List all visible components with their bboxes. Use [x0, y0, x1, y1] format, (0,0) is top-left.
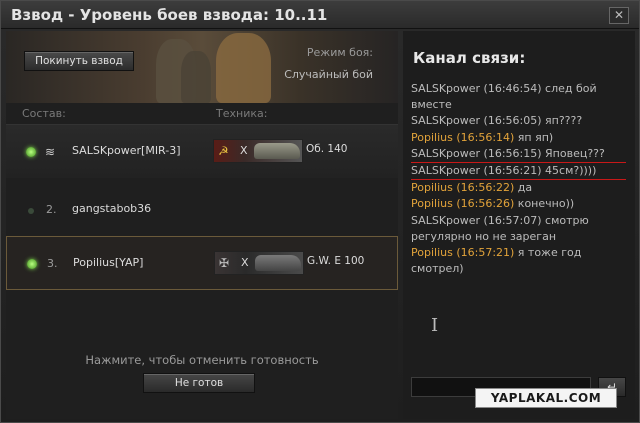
battle-mode-label: Режим боя:	[306, 46, 373, 59]
chat-message: Popilius (16:56:14) яп яп)	[411, 130, 554, 144]
roster-header: Состав:	[22, 107, 66, 120]
banner-image: Покинуть взвод Режим боя: Случайный бой	[6, 31, 398, 103]
chat-message: Popilius (16:57:21) я тоже год смотрел)	[411, 246, 582, 276]
member-number: 3.	[47, 257, 58, 270]
watermark-logo: YAPLAKAL.COM	[475, 388, 617, 408]
member-row-selected[interactable]: 3. Popilius[YAP] ✠ X G.W. E 100	[6, 236, 398, 290]
title-bar: Взвод - Уровень боев взвода: 10..11 ✕	[1, 1, 639, 29]
member-number: 2.	[46, 203, 57, 216]
chat-message-highlighted: SALSKpower (16:56:15) Яповец???	[411, 146, 626, 164]
ready-indicator-icon	[27, 259, 37, 269]
chat-message-highlighted: SALSKpower (16:56:21) 45см?))))	[411, 163, 626, 181]
ussr-flag-icon: ☭	[218, 144, 229, 158]
platoon-commander-icon: ≋	[45, 145, 56, 159]
member-name: Popilius[YAP]	[73, 256, 144, 269]
chat-message: Popilius (16:56:26) конечно))	[411, 197, 575, 211]
tank-image	[255, 255, 301, 271]
platoon-panel: Покинуть взвод Режим боя: Случайный бой …	[6, 31, 398, 419]
chat-message: SALSKpower (16:56:05) яп????	[411, 114, 583, 128]
member-row[interactable]: ≋ SALSKpower[MIR-3] ☭ X Об. 140	[6, 124, 398, 178]
ready-indicator-icon	[26, 147, 36, 157]
platoon-window: Взвод - Уровень боев взвода: 10..11 ✕ По…	[0, 0, 640, 423]
chat-message: Popilius (16:56:22) да	[411, 181, 533, 195]
chat-message: SALSKpower (16:46:54) след бой вместе	[411, 82, 597, 112]
vehicle-slot: ☭ X	[213, 139, 303, 163]
cancel-ready-hint: Нажмите, чтобы отменить готовность	[85, 353, 319, 367]
chat-panel: Канал связи: SALSKpower (16:46:54) след …	[403, 31, 635, 419]
tank-image	[254, 143, 300, 159]
not-ready-indicator-icon	[28, 208, 34, 214]
tank-name: G.W. E 100	[307, 255, 365, 267]
leave-platoon-button[interactable]: Покинуть взвод	[24, 51, 134, 71]
member-name: SALSKpower[MIR-3]	[72, 144, 181, 157]
vehicle-slot: ✠ X	[214, 251, 304, 275]
soldier-figure	[181, 51, 211, 103]
tank-name: Об. 140	[306, 143, 348, 155]
not-ready-button[interactable]: Не готов	[143, 373, 255, 393]
member-row[interactable]: 2. gangstabob36	[6, 183, 398, 237]
window-title: Взвод - Уровень боев взвода: 10..11	[11, 6, 328, 24]
germany-flag-icon: ✠	[219, 256, 230, 270]
close-button[interactable]: ✕	[609, 7, 629, 24]
tier-label: X	[240, 144, 248, 157]
battle-mode-value: Случайный бой	[284, 68, 373, 81]
chat-log[interactable]: SALSKpower (16:46:54) след бой вместе SA…	[411, 81, 626, 277]
member-name: gangstabob36	[72, 202, 152, 215]
soldier-figure	[216, 33, 271, 103]
chat-message: SALSKpower (16:57:07) смотрю регулярно н…	[411, 213, 589, 243]
text-cursor-icon: I	[431, 315, 439, 336]
vehicle-header: Техника:	[216, 107, 268, 120]
tier-label: X	[241, 256, 249, 269]
chat-title: Канал связи:	[413, 49, 526, 67]
